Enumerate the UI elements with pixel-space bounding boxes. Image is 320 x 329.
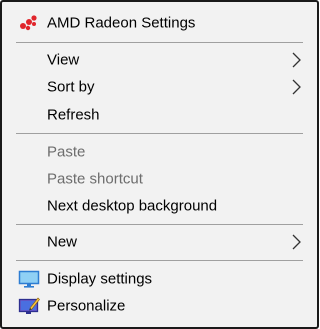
display-settings-icon xyxy=(18,269,40,289)
menu-separator xyxy=(16,42,303,43)
chevron-right-icon xyxy=(291,234,301,250)
amd-radeon-icon xyxy=(18,13,40,33)
menu-item-label: View xyxy=(47,51,80,69)
menu-separator xyxy=(16,133,303,134)
menu-item-new[interactable]: New xyxy=(2,229,317,255)
menu-item-label: Display settings xyxy=(47,270,153,288)
menu-item-personalize[interactable]: Personalize xyxy=(2,293,317,319)
menu-item-sort-by[interactable]: Sort by xyxy=(2,74,317,100)
menu-item-label: Paste shortcut xyxy=(47,170,143,188)
menu-separator xyxy=(16,224,303,225)
menu-item-label: Sort by xyxy=(47,78,95,96)
personalize-icon xyxy=(18,296,40,316)
menu-item-next-desktop-background[interactable]: Next desktop background xyxy=(2,193,317,219)
menu-item-paste[interactable]: Paste xyxy=(2,139,317,165)
desktop-context-menu: AMD Radeon Settings View Sort by Refresh… xyxy=(0,0,319,329)
menu-item-display-settings[interactable]: Display settings xyxy=(2,266,317,292)
chevron-right-icon xyxy=(291,79,301,95)
menu-separator xyxy=(16,260,303,261)
menu-item-refresh[interactable]: Refresh xyxy=(2,102,317,128)
menu-item-label: AMD Radeon Settings xyxy=(47,14,196,32)
menu-item-amd-radeon-settings[interactable]: AMD Radeon Settings xyxy=(2,10,317,36)
menu-item-label: Next desktop background xyxy=(47,197,218,215)
menu-item-paste-shortcut[interactable]: Paste shortcut xyxy=(2,166,317,192)
menu-item-label: Refresh xyxy=(47,106,100,124)
menu-item-view[interactable]: View xyxy=(2,47,317,73)
menu-item-label: Paste xyxy=(47,143,86,161)
menu-item-label: New xyxy=(47,233,78,251)
menu-item-label: Personalize xyxy=(47,297,126,315)
chevron-right-icon xyxy=(291,52,301,68)
